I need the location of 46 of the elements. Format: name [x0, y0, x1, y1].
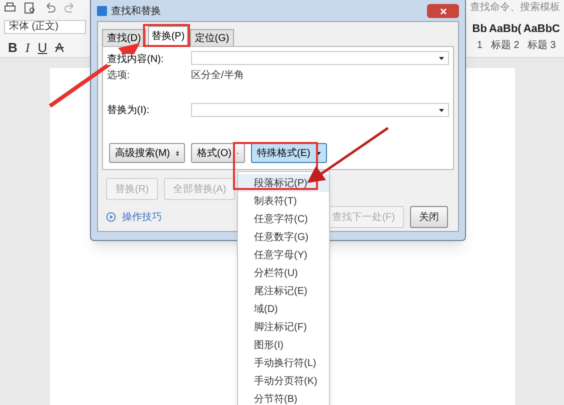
app-icon: [97, 6, 107, 16]
field-label: 查找内容(N):: [107, 54, 164, 65]
format-button[interactable]: A: [55, 38, 64, 57]
play-circle-icon: [106, 212, 116, 222]
menu-item[interactable]: 任意数字(G): [238, 228, 329, 246]
field-label: 替换为(I):: [107, 104, 150, 118]
preview-icon[interactable]: [24, 2, 36, 14]
tips-link[interactable]: 操作技巧: [122, 210, 162, 224]
menu-item[interactable]: 任意字母(Y): [238, 246, 329, 264]
format-button[interactable]: I: [25, 38, 30, 57]
menu-item[interactable]: 图形(I): [238, 336, 329, 354]
highlight-box: [143, 24, 190, 47]
style-preset[interactable]: Bb 1: [472, 20, 487, 52]
font-box[interactable]: 宋体 (正文): [4, 20, 86, 34]
dialog-button[interactable]: 关闭: [410, 206, 448, 228]
menu-item[interactable]: 手动分页符(K): [238, 372, 329, 390]
option-button[interactable]: 特殊格式(E): [251, 143, 328, 163]
format-button[interactable]: U: [38, 38, 48, 57]
dropdown-arrow-icon: [439, 108, 444, 112]
undo-icon[interactable]: [44, 2, 56, 14]
style-preset[interactable]: AaBbC 标题 3: [523, 20, 560, 52]
tab[interactable]: 定位(G): [190, 29, 234, 46]
tab[interactable]: 替换(P): [148, 26, 188, 46]
tab[interactable]: 查找(D): [102, 29, 146, 46]
style-preset[interactable]: AaBb( 标题 2: [488, 20, 522, 52]
menu-item[interactable]: 域(D): [238, 300, 329, 318]
redo-icon[interactable]: [64, 2, 76, 14]
dropdown-arrow-icon: [439, 56, 444, 60]
menu-item[interactable]: 分栏符(U): [238, 264, 329, 282]
options-value: 区分全/半角: [191, 68, 244, 82]
replace-input-field[interactable]: [191, 103, 449, 117]
window-title: 查找和替换: [111, 4, 161, 18]
menu-item[interactable]: 尾注标记(E): [238, 282, 329, 300]
option-button[interactable]: 高级搜索(M): [109, 143, 185, 163]
dropdown-arrow-icon: [316, 152, 322, 154]
spin-arrows-icon: [176, 150, 179, 156]
close-button[interactable]: [427, 4, 459, 18]
menu-item[interactable]: 分节符(B): [238, 390, 329, 405]
find-input-field[interactable]: [191, 51, 449, 65]
menu-item[interactable]: 手动换行符(L): [238, 354, 329, 372]
menu-item[interactable]: 脚注标记(F): [238, 318, 329, 336]
option-button[interactable]: 格式(O): [191, 143, 245, 163]
printer-icon[interactable]: [4, 2, 16, 14]
format-button[interactable]: B: [8, 38, 18, 57]
field-label: 选项:: [107, 68, 131, 82]
close-icon: [440, 8, 446, 14]
